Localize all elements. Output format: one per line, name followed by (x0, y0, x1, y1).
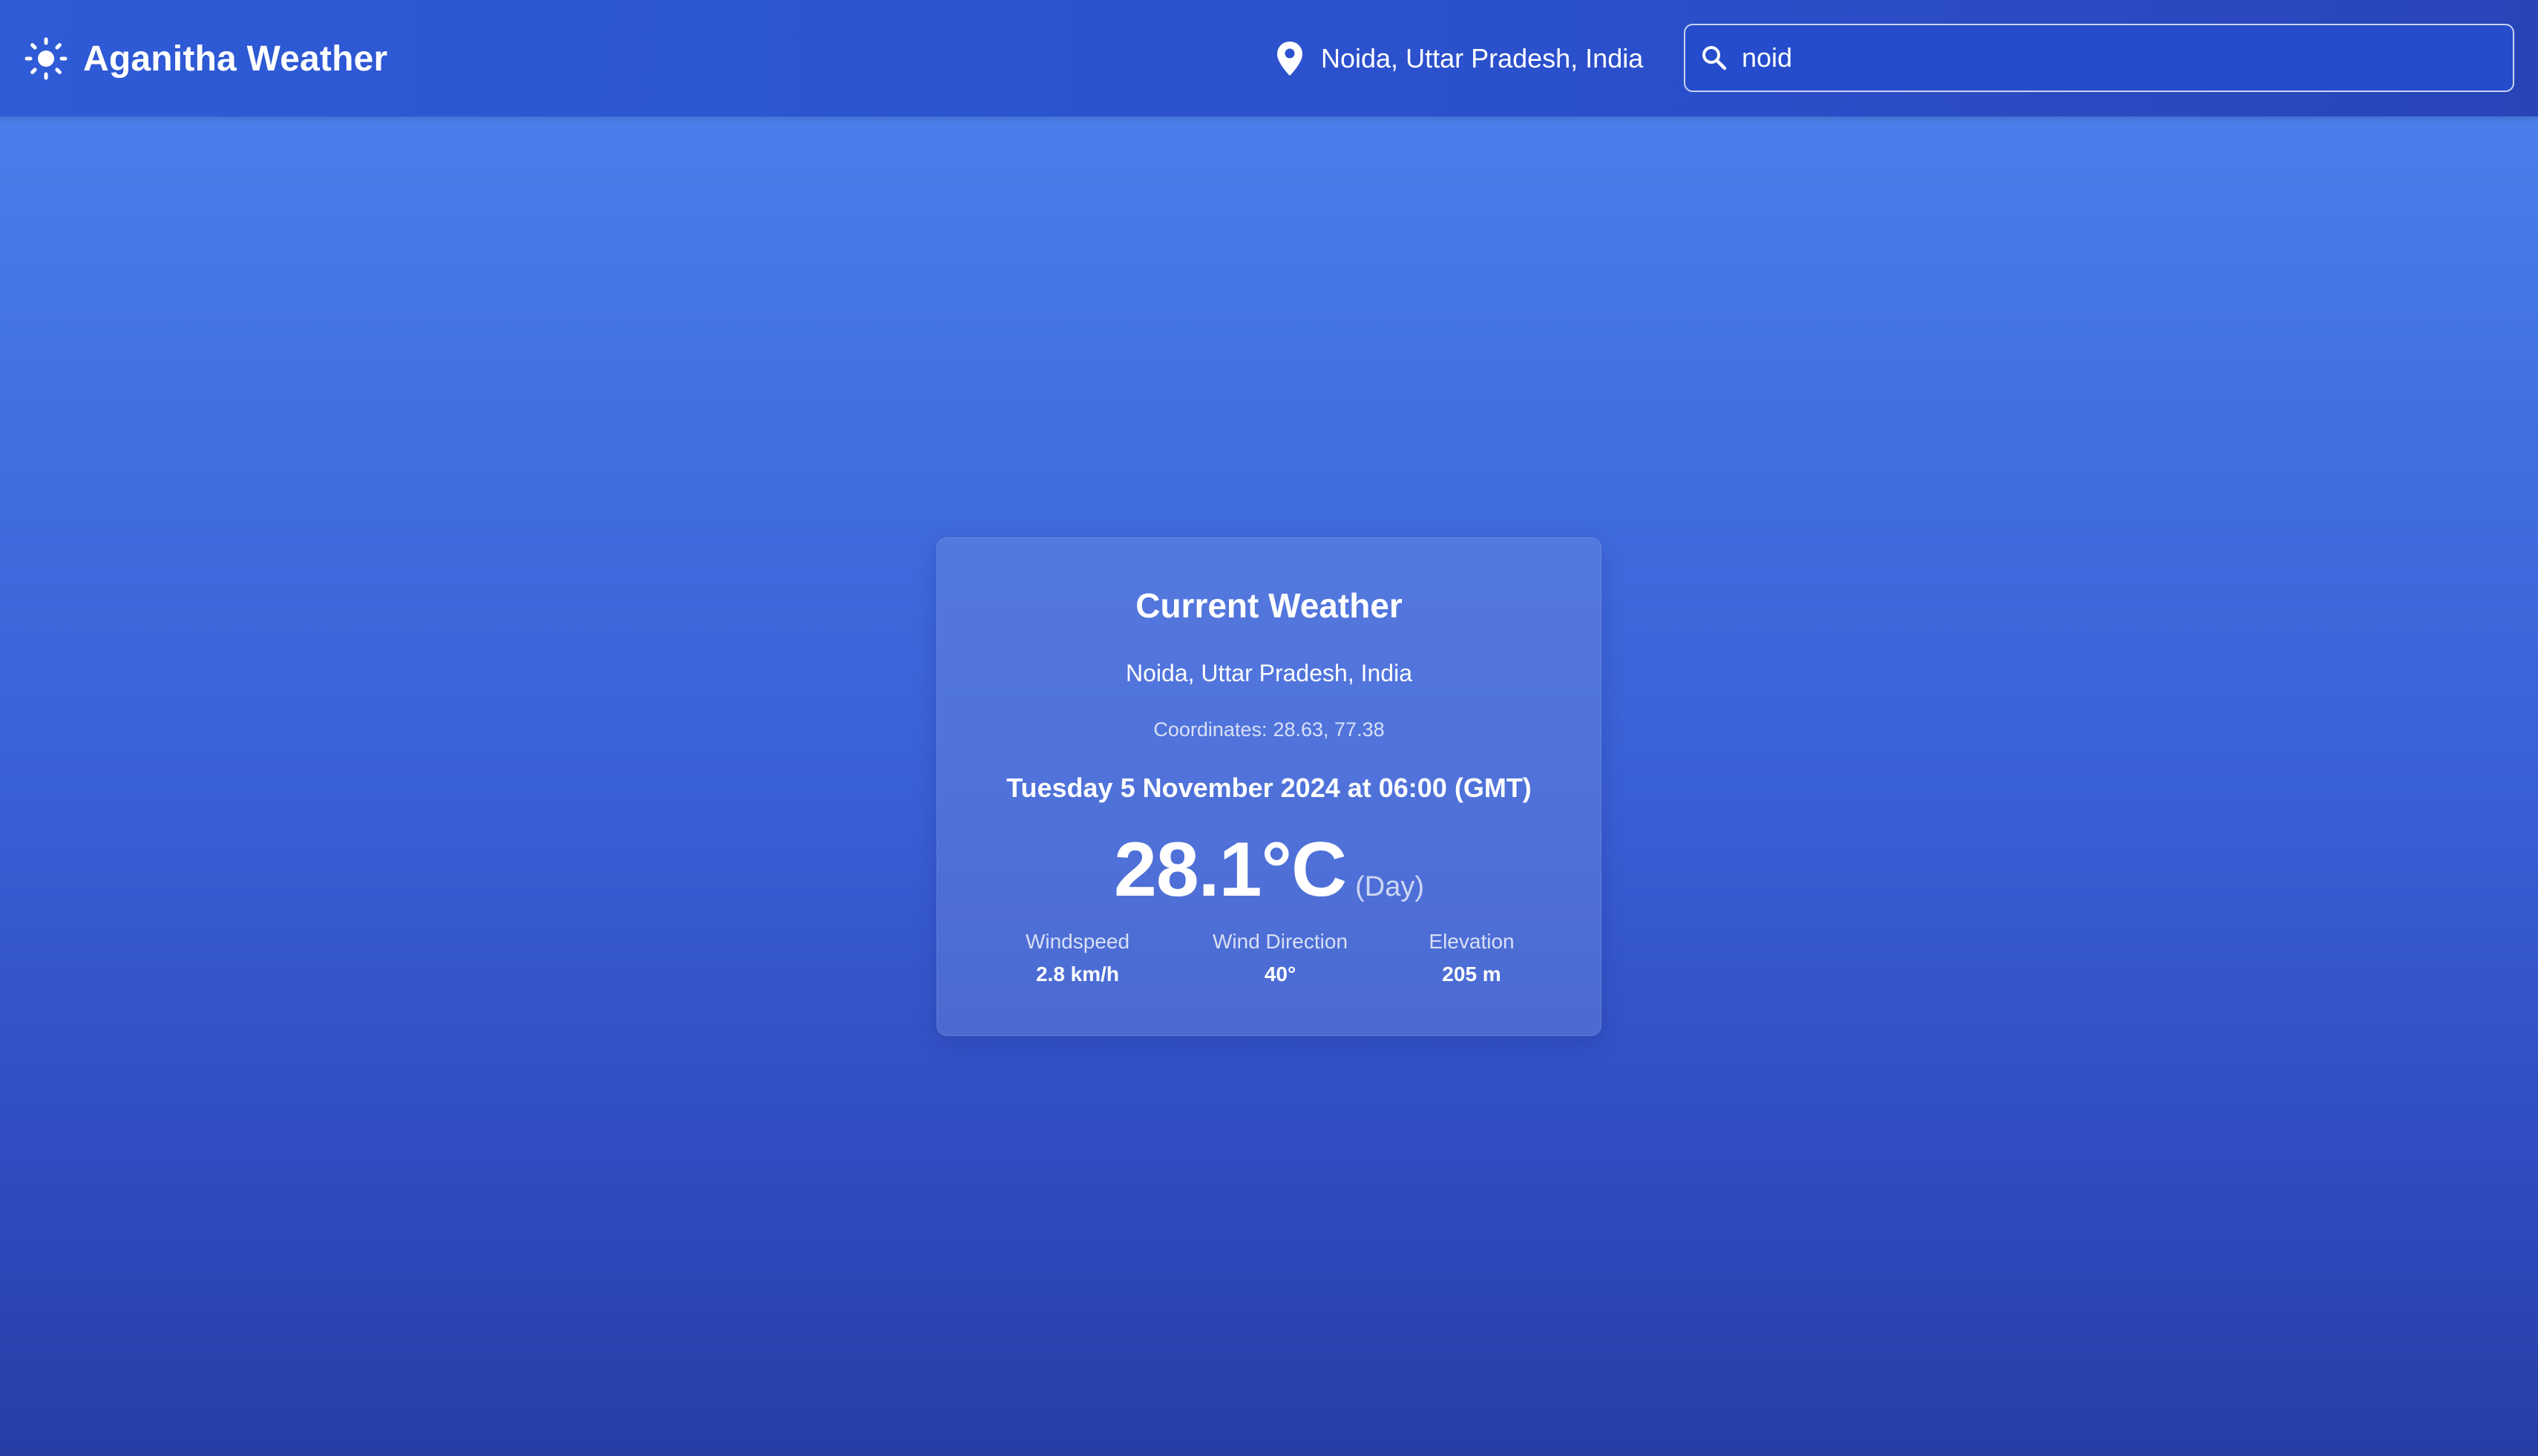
stat-label: Windspeed (1025, 930, 1130, 953)
stat-label: Elevation (1429, 930, 1515, 953)
stat-elevation: Elevation 205 m (1360, 930, 1583, 986)
stat-label: Wind Direction (1212, 930, 1348, 953)
stat-value: 2.8 km/h (1035, 963, 1120, 986)
card-title: Current Weather (1135, 586, 1403, 625)
search-box[interactable] (1684, 24, 2514, 92)
coordinates-label: Coordinates: (1153, 718, 1268, 741)
stat-windspeed: Windspeed 2.8 km/h (966, 930, 1189, 986)
search-input[interactable] (1742, 36, 2469, 80)
current-location-text: Noida, Uttar Pradesh, India (1321, 43, 1644, 73)
temperature-value: 28.1°C (1114, 827, 1347, 913)
stat-value: 40° (1264, 963, 1296, 986)
location-name: Noida, Uttar Pradesh, India (1126, 660, 1412, 686)
app-header: Aganitha Weather Noida, Uttar Pradesh, I… (0, 0, 2538, 117)
coordinates: Coordinates: 28.63, 77.38 (937, 718, 1601, 741)
search-icon (1702, 46, 1727, 70)
sun-icon (24, 37, 68, 80)
observation-datetime: Tuesday 5 November 2024 at 06:00 (GMT) (1006, 773, 1532, 803)
weather-stats: Windspeed 2.8 km/h Wind Direction 40° El… (937, 930, 1601, 989)
stat-wind-direction: Wind Direction 40° (1169, 930, 1391, 986)
day-period: (Day) (1355, 871, 1424, 902)
coordinates-value: 28.63, 77.38 (1273, 718, 1385, 741)
brand[interactable]: Aganitha Weather (24, 33, 387, 85)
location-pin-icon (1277, 42, 1302, 76)
stat-value: 205 m (1442, 963, 1501, 986)
temperature-row: 28.1°C (Day) (937, 826, 1601, 914)
current-weather-card: Current Weather Noida, Uttar Pradesh, In… (937, 537, 1601, 1036)
current-location: Noida, Uttar Pradesh, India (1275, 36, 1643, 82)
app-title: Aganitha Weather (83, 39, 388, 79)
